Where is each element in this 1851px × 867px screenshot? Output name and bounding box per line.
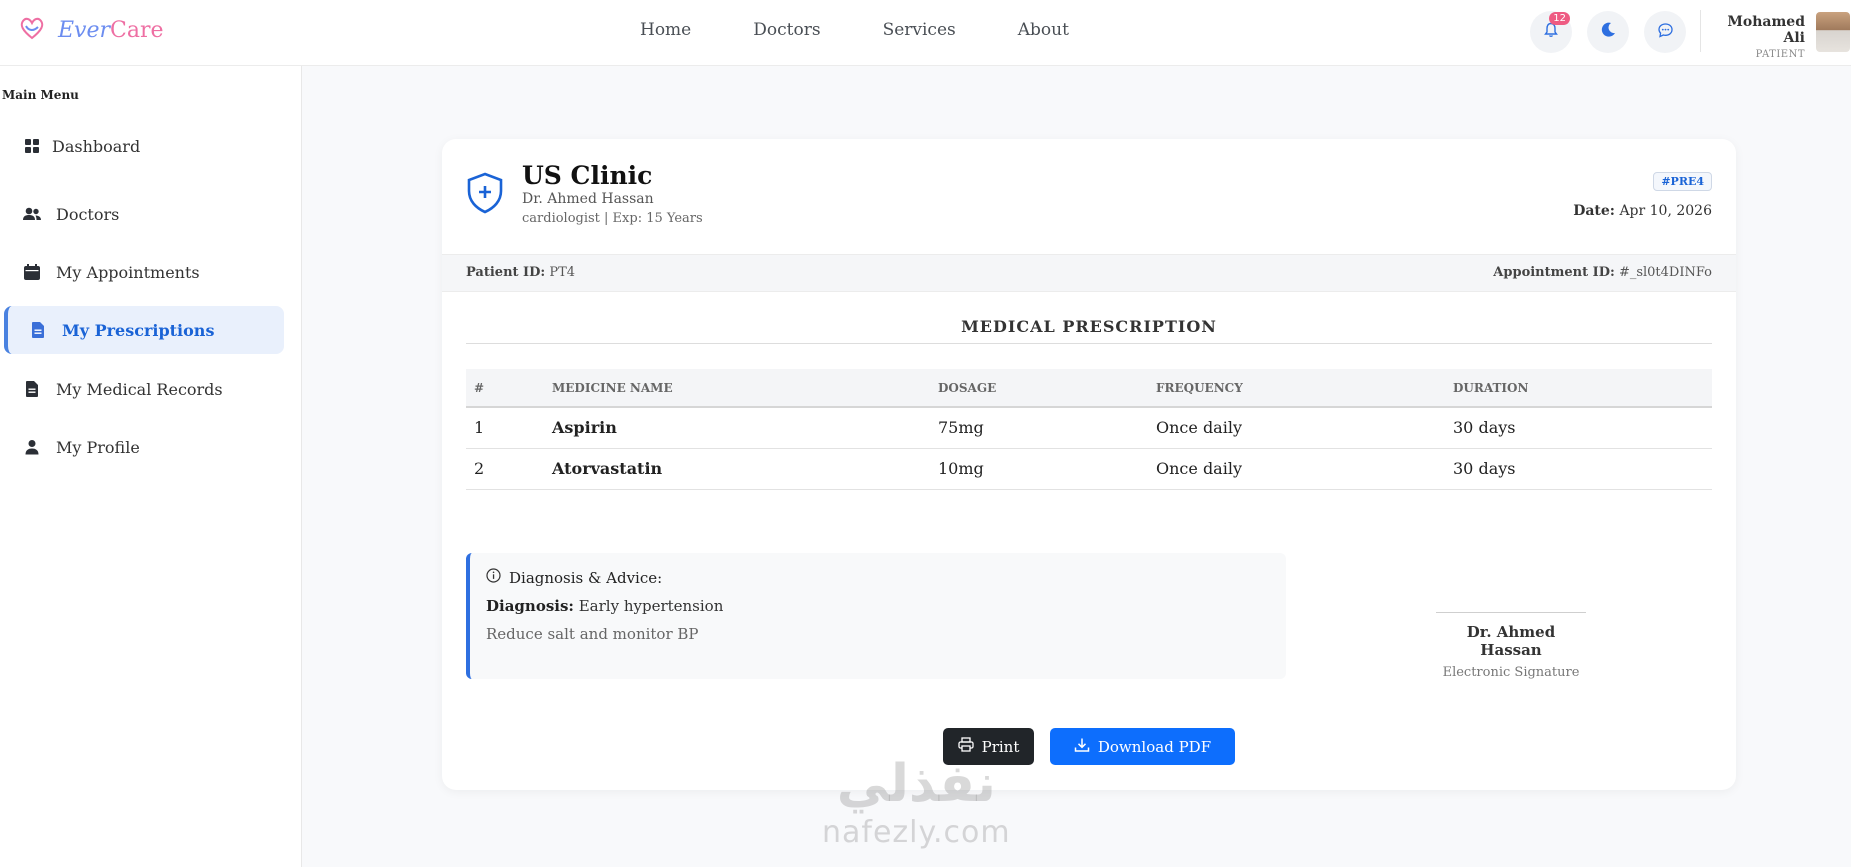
doctor-specialty: cardiologist | Exp: 15 Years <box>522 211 703 226</box>
prescription-icon <box>28 320 48 340</box>
user-role: PATIENT <box>1755 49 1805 60</box>
user-icon <box>22 437 42 457</box>
doctor-name: Dr. Ahmed Hassan <box>522 191 654 207</box>
sidebar-item-label: Doctors <box>56 204 120 224</box>
print-label: Print <box>981 737 1020 756</box>
prescription-header: US Clinic Dr. Ahmed Hassan cardiologist … <box>442 139 1736 254</box>
patient-id: Patient ID: PT4 <box>466 265 576 280</box>
medicines-table: # MEDICINE NAME DOSAGE FREQUENCY DURATIO… <box>466 369 1712 490</box>
sidebar-item-label: My Appointments <box>56 262 200 282</box>
cell-duration: 30 days <box>1445 407 1712 449</box>
calendar-icon <box>22 262 42 282</box>
col-duration: DURATION <box>1445 369 1712 408</box>
table-row: 1 Aspirin 75mg Once daily 30 days <box>466 407 1712 449</box>
signature-label: Electronic Signature <box>1442 665 1580 680</box>
avatar[interactable] <box>1816 12 1850 52</box>
sidebar-item-prescriptions[interactable]: My Prescriptions <box>4 306 284 354</box>
brand-name: EverCare <box>58 17 164 43</box>
sidebar-item-label: My Prescriptions <box>62 320 215 340</box>
sidebar-item-label: Dashboard <box>52 136 141 156</box>
download-icon <box>1074 737 1090 757</box>
messages-button[interactable] <box>1644 11 1686 53</box>
sidebar-item-medical-records[interactable]: My Medical Records <box>4 365 284 413</box>
col-medicine-name: MEDICINE NAME <box>544 369 930 408</box>
watermark: نفذلي nafezly.com <box>822 755 1011 850</box>
file-icon <box>22 379 42 399</box>
top-navbar: EverCare Home Doctors Services About 12 … <box>0 0 1851 66</box>
download-label: Download PDF <box>1097 737 1212 756</box>
nav-doctors[interactable]: Doctors <box>753 20 820 40</box>
notifications-button[interactable]: 12 <box>1530 11 1572 53</box>
table-header-row: # MEDICINE NAME DOSAGE FREQUENCY DURATIO… <box>466 369 1712 408</box>
doctor-signature: Dr. Ahmed Hassan Electronic Signature <box>1436 612 1586 680</box>
sidebar-item-doctors[interactable]: Doctors <box>4 190 284 238</box>
advice-title: Diagnosis & Advice: <box>509 568 663 587</box>
grid-icon <box>22 136 42 156</box>
cell-dosage: 10mg <box>930 448 1148 490</box>
sidebar-item-label: My Profile <box>56 437 140 457</box>
col-number: # <box>466 369 544 408</box>
nav-actions: 12 <box>1530 11 1686 53</box>
user-menu[interactable]: Mohamed Ali PATIENT <box>1712 14 1805 60</box>
main-nav: Home Doctors Services About <box>640 20 1131 40</box>
advice-text: Reduce salt and monitor BP <box>486 625 699 643</box>
watermark-arabic: نفذلي <box>836 754 996 814</box>
section-title: MEDICAL PRESCRIPTION <box>466 317 1712 344</box>
diagnosis-text: Diagnosis: Early hypertension <box>486 597 724 615</box>
users-icon <box>22 204 42 224</box>
notification-count-badge: 12 <box>1549 12 1570 25</box>
nav-home[interactable]: Home <box>640 20 691 40</box>
table-row: 2 Atorvastatin 10mg Once daily 30 days <box>466 448 1712 490</box>
prescription-date: Date: Apr 10, 2026 <box>1573 203 1712 219</box>
cell-number: 2 <box>466 448 544 490</box>
sidebar-title: Main Menu <box>2 88 79 102</box>
sidebar-item-dashboard[interactable]: Dashboard <box>4 122 284 170</box>
appointment-id: Appointment ID: #_sl0t4DINFo <box>1493 265 1712 280</box>
info-icon <box>486 568 501 587</box>
signature-name: Dr. Ahmed Hassan <box>1466 623 1556 659</box>
sidebar-item-appointments[interactable]: My Appointments <box>4 248 284 296</box>
moon-icon <box>1599 21 1617 43</box>
nav-divider <box>1700 10 1701 52</box>
diagnosis-advice-box: Diagnosis & Advice: Diagnosis: Early hyp… <box>466 553 1286 679</box>
watermark-latin: nafezly.com <box>822 815 1011 850</box>
sidebar-item-label: My Medical Records <box>56 379 223 399</box>
cell-frequency: Once daily <box>1148 407 1445 449</box>
prescription-card: US Clinic Dr. Ahmed Hassan cardiologist … <box>442 139 1736 790</box>
prescription-id-badge: #PRE4 <box>1653 172 1712 191</box>
cell-duration: 30 days <box>1445 448 1712 490</box>
download-pdf-button[interactable]: Download PDF <box>1050 728 1235 765</box>
nav-services[interactable]: Services <box>883 20 956 40</box>
advice-heading: Diagnosis & Advice: <box>486 568 662 587</box>
bell-icon <box>1543 22 1559 42</box>
col-dosage: DOSAGE <box>930 369 1148 408</box>
clinic-name: US Clinic <box>522 161 653 190</box>
sidebar-item-profile[interactable]: My Profile <box>4 423 284 471</box>
cell-medicine-name[interactable]: Atorvastatin <box>544 448 930 490</box>
cell-medicine-name[interactable]: Aspirin <box>544 407 930 449</box>
cell-frequency: Once daily <box>1148 448 1445 490</box>
brand-logo[interactable]: EverCare <box>18 14 164 46</box>
user-name: Mohamed Ali <box>1727 14 1805 46</box>
sidebar: Main Menu Dashboard Doctors My Appointme… <box>0 66 302 867</box>
ids-bar: Patient ID: PT4 Appointment ID: #_sl0t4D… <box>442 254 1736 292</box>
chat-bubble-icon <box>1657 22 1674 43</box>
nav-about[interactable]: About <box>1018 20 1069 40</box>
cell-dosage: 75mg <box>930 407 1148 449</box>
heart-logo-icon <box>18 14 46 46</box>
col-frequency: FREQUENCY <box>1148 369 1445 408</box>
dark-mode-toggle[interactable] <box>1587 11 1629 53</box>
cell-number: 1 <box>466 407 544 449</box>
shield-plus-icon <box>466 172 504 218</box>
